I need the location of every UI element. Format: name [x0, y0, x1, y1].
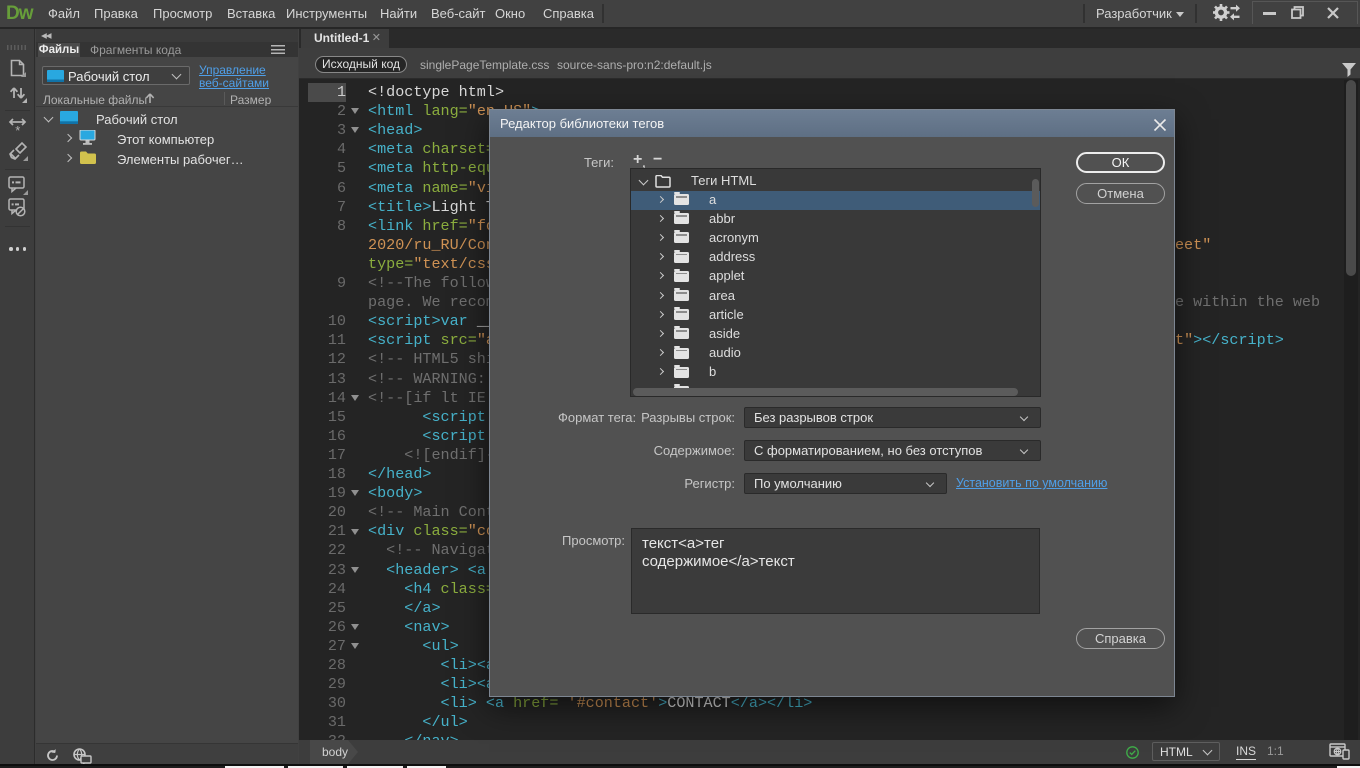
- svg-text:*: *: [15, 123, 20, 135]
